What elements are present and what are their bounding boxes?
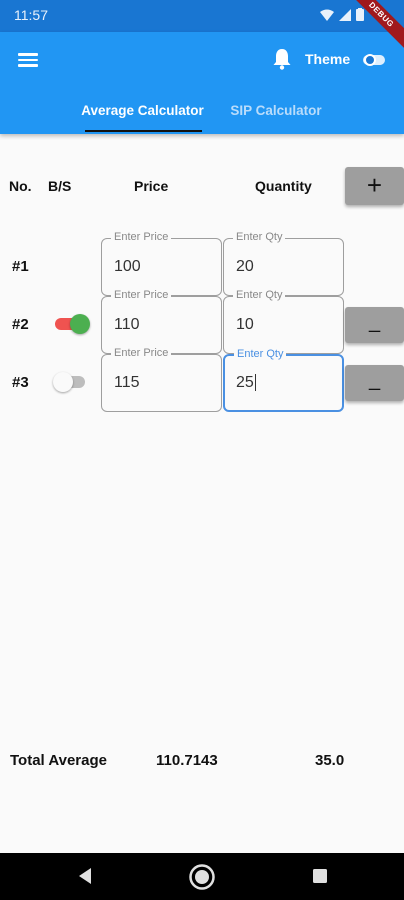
system-nav-bar [0, 853, 404, 900]
toggle-thumb [53, 372, 73, 392]
row-number: #1 [12, 258, 29, 275]
qty-value: 10 [236, 316, 254, 333]
price-field-label: Enter Price [111, 347, 172, 359]
qty-field[interactable]: Enter Qty 20 [223, 231, 344, 296]
signal-icon [339, 8, 351, 21]
price-field[interactable]: Enter Price 115 [101, 347, 222, 412]
back-icon[interactable] [76, 865, 94, 887]
qty-value: 20 [236, 258, 254, 275]
status-bar: 11:57 DEBUG [0, 0, 404, 52]
bell-icon[interactable] [271, 47, 293, 71]
home-icon[interactable] [188, 863, 216, 891]
tab-indicator [85, 130, 202, 132]
row-number: #3 [12, 374, 29, 391]
status-icons [320, 8, 364, 21]
tab-sip-calculator[interactable]: SIP Calculator [220, 92, 332, 134]
remove-row-button[interactable]: _ [345, 307, 404, 343]
toggle-thumb [70, 314, 90, 334]
qty-field-label: Enter Qty [233, 231, 286, 243]
total-quantity-value: 35.0 [315, 752, 345, 769]
qty-value-wrapper: 25 [236, 374, 257, 392]
total-average-value: 110.7143 [156, 752, 218, 769]
status-time: 11:57 [14, 7, 48, 23]
tab-average-calculator[interactable]: Average Calculator [80, 92, 205, 134]
price-value: 110 [114, 316, 140, 333]
row-number: #2 [12, 316, 29, 333]
buy-sell-toggle[interactable] [53, 313, 90, 334]
recents-icon[interactable] [312, 868, 328, 884]
price-value: 100 [114, 258, 141, 275]
battery-icon [356, 8, 364, 21]
theme-switch-thumb [364, 54, 376, 66]
tab-bar: Average Calculator SIP Calculator [0, 92, 404, 134]
qty-value: 25 [236, 374, 254, 391]
text-caret [254, 374, 257, 392]
add-row-button[interactable]: + [345, 167, 404, 205]
price-field[interactable]: Enter Price 110 [101, 289, 222, 354]
header-bs: B/S [48, 178, 72, 194]
qty-field[interactable]: Enter Qty 25 [223, 348, 344, 412]
menu-icon[interactable] [16, 50, 40, 70]
remove-row-button[interactable]: _ [345, 365, 404, 401]
qty-field[interactable]: Enter Qty 10 [223, 289, 344, 354]
price-field[interactable]: Enter Price 100 [101, 231, 222, 296]
header-quantity: Quantity [255, 178, 312, 194]
price-field-label: Enter Price [111, 289, 172, 301]
buy-sell-toggle[interactable] [53, 371, 89, 392]
qty-field-label: Enter Qty [234, 348, 287, 360]
price-value: 115 [114, 374, 140, 391]
header-price: Price [134, 178, 169, 194]
total-average-label: Total Average [10, 752, 107, 769]
theme-label: Theme [305, 51, 351, 67]
price-field-label: Enter Price [111, 231, 172, 243]
app-bar: Theme Average Calculator SIP Calculator [0, 32, 404, 134]
wifi-icon [320, 9, 334, 21]
header-no: No. [9, 178, 32, 194]
theme-switch[interactable] [363, 54, 385, 66]
qty-field-label: Enter Qty [233, 289, 286, 301]
